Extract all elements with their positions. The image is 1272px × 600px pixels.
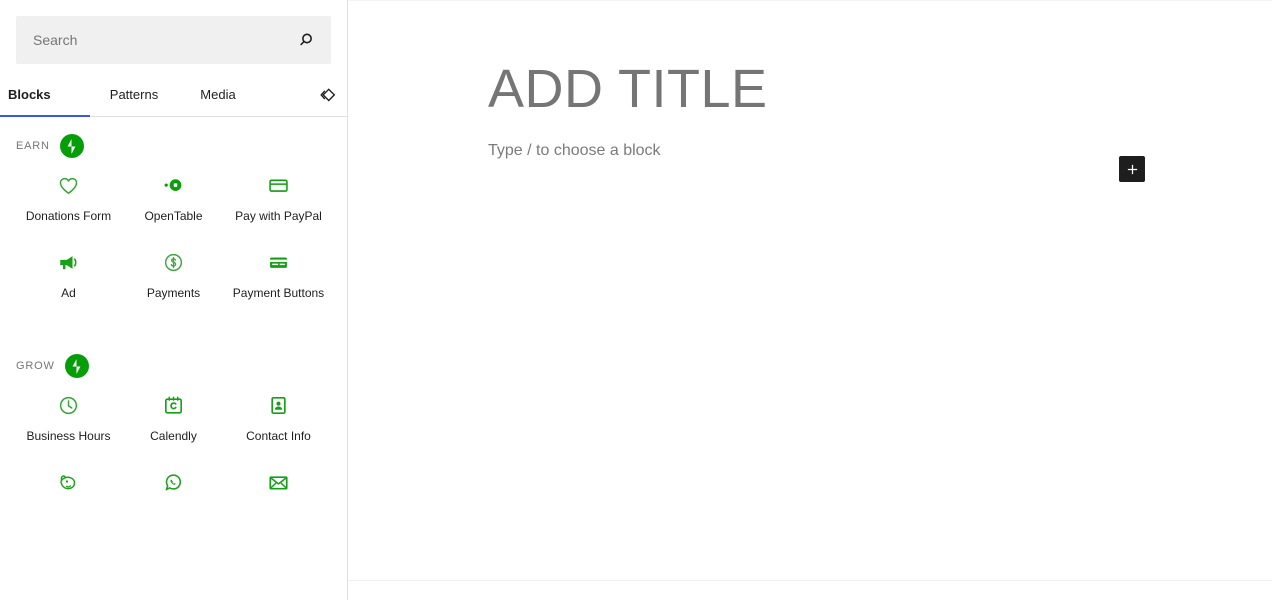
search-container [0,0,347,64]
block-item-label: OpenTable [144,209,203,223]
dollar-circle-icon [162,250,186,274]
jetpack-logo-icon [64,354,89,378]
plus-icon [1127,164,1137,174]
block-item-donations-form[interactable]: Donations Form [16,161,121,234]
block-item-calendly[interactable]: Calendly [121,381,226,454]
tab-blocks[interactable]: Blocks [0,73,90,117]
block-item-label: Pay with PayPal [235,209,322,223]
search-input[interactable] [17,17,330,63]
search-icon[interactable] [294,28,318,52]
envelope-icon [267,470,291,494]
block-grid-grow: Business Hours Calendly Contact Info [16,381,331,516]
block-grid-earn: Donations Form OpenTable Pay with PayPal… [16,161,331,311]
mailchimp-icon [57,470,81,494]
canvas-top-divider [348,0,1272,1]
block-item-contact-info[interactable]: Contact Info [226,381,331,454]
category-header-earn: EARN [16,117,331,161]
inserter-tabs: Blocks Patterns Media [0,73,347,117]
overlapping-diamonds-icon[interactable] [307,73,347,116]
post-title-input[interactable]: ADD TITLE [348,56,1272,122]
block-item-mailchimp[interactable] [16,458,121,516]
block-item-whatsapp[interactable] [121,458,226,516]
category-title-earn: EARN [16,140,50,152]
category-title-grow: GROW [16,360,55,372]
tab-media[interactable]: Media [178,73,258,116]
category-header-grow: GROW [16,337,331,381]
clock-icon [57,393,81,417]
block-item-label: Calendly [150,429,197,443]
whatsapp-icon [162,470,186,494]
block-item-label: Ad [61,286,76,300]
block-item-label: Payment Buttons [232,286,325,300]
block-item-opentable[interactable]: OpenTable [121,161,226,234]
credit-card-outline-icon [267,173,291,197]
tab-patterns[interactable]: Patterns [90,73,178,116]
block-item-form[interactable] [226,458,331,516]
add-block-button[interactable] [1119,156,1145,182]
block-item-label: Donations Form [25,209,112,223]
block-editor-screen: Blocks Patterns Media EARN [0,0,1272,600]
editor-canvas: ADD TITLE Type / to choose a block [348,0,1272,600]
tab-patterns-label: Patterns [109,87,159,102]
opentable-icon [162,173,186,197]
tab-blocks-label: Blocks [8,87,51,102]
search-field[interactable] [16,16,331,64]
tabs-spacer [258,73,307,116]
tab-media-label: Media [200,87,236,102]
block-inserter-panel: Blocks Patterns Media EARN [0,0,348,600]
credit-card-filled-icon [267,250,291,274]
calendly-calendar-icon [162,393,186,417]
block-item-payments[interactable]: Payments [121,238,226,311]
block-list: EARN Donations Form OpenTable Pay with P… [0,117,347,600]
block-item-label: Business Hours [26,429,111,443]
block-item-business-hours[interactable]: Business Hours [16,381,121,454]
block-item-ad[interactable]: Ad [16,238,121,311]
canvas-bottom-divider [348,580,1272,581]
contact-card-icon [267,393,291,417]
block-item-pay-with-paypal[interactable]: Pay with PayPal [226,161,331,234]
jetpack-logo-icon [59,134,84,158]
block-item-payment-buttons[interactable]: Payment Buttons [226,238,331,311]
post-content: ADD TITLE Type / to choose a block [348,0,1272,164]
megaphone-icon [57,250,81,274]
block-item-label: Contact Info [246,429,311,443]
heart-outline-icon [57,173,81,197]
block-item-label: Payments [146,286,201,300]
